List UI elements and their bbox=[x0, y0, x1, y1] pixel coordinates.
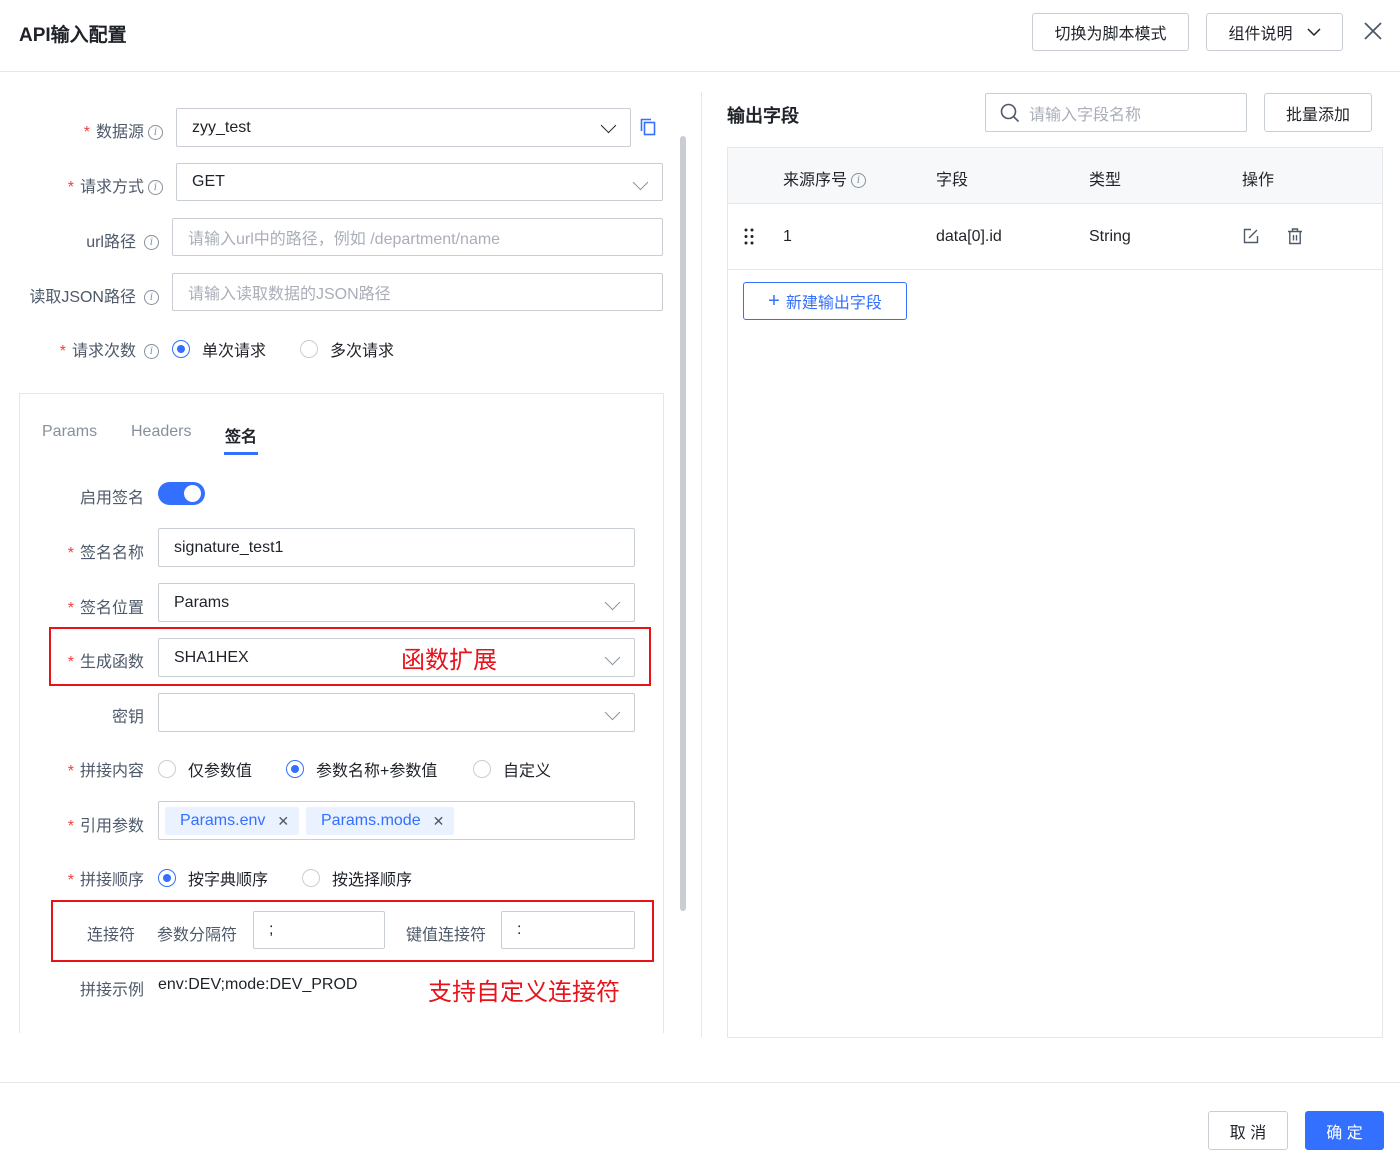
row-type: String bbox=[1089, 228, 1131, 245]
info-icon: i bbox=[144, 290, 159, 306]
copy-icon[interactable] bbox=[640, 118, 656, 136]
new-output-field-label: 新建输出字段 bbox=[785, 295, 882, 312]
edit-icon[interactable] bbox=[1243, 228, 1259, 244]
info-icon: i bbox=[144, 344, 159, 360]
enable-signature-label: 启用签名 bbox=[79, 490, 144, 507]
concat-order-label: * 拼接顺序 bbox=[67, 872, 144, 889]
row-index: 1 bbox=[783, 228, 792, 245]
table-row bbox=[728, 205, 1382, 270]
plus-icon: + bbox=[768, 290, 780, 312]
radio-values-only[interactable]: 仅参数值 bbox=[158, 757, 252, 781]
info-icon: i bbox=[148, 180, 163, 196]
col-source-index: 来源序号 i bbox=[783, 166, 867, 190]
component-desc-dropdown[interactable]: 组件说明 bbox=[1206, 13, 1343, 51]
chevron-down-icon bbox=[604, 594, 621, 611]
method-select[interactable]: GET bbox=[176, 163, 663, 201]
footer-divider bbox=[0, 1082, 1400, 1083]
info-icon: i bbox=[144, 235, 159, 251]
example-label: 拼接示例 bbox=[80, 982, 145, 999]
signature-position-value: Params bbox=[174, 593, 230, 611]
output-table bbox=[727, 147, 1383, 1038]
output-search-input[interactable]: 请输入字段名称 bbox=[985, 93, 1247, 132]
json-path-input[interactable]: 请输入读取数据的JSON路径 bbox=[172, 273, 663, 311]
tab-signature[interactable]: 签名 bbox=[225, 423, 257, 447]
example-value: env:DEV;mode:DEV_PROD bbox=[158, 976, 358, 993]
confirm-button[interactable]: 确 定 bbox=[1305, 1111, 1384, 1150]
datasource-label: * 数据源 i bbox=[84, 118, 163, 142]
function-highlight-box bbox=[49, 627, 651, 686]
tag-params-mode: Params.mode ✕ bbox=[306, 807, 455, 835]
modal-header: API输入配置 切换为脚本模式 组件说明 bbox=[0, 0, 1400, 72]
url-input[interactable]: 请输入url中的路径，例如 /department/name bbox=[172, 218, 663, 256]
secret-label: 密钥 bbox=[111, 709, 144, 726]
batch-add-button[interactable]: 批量添加 bbox=[1264, 93, 1372, 132]
radio-select-order[interactable]: 按选择顺序 bbox=[302, 866, 412, 890]
col-type: 类型 bbox=[1089, 172, 1122, 189]
json-path-placeholder: 请输入读取数据的JSON路径 bbox=[188, 286, 391, 303]
col-actions: 操作 bbox=[1242, 172, 1275, 189]
url-placeholder: 请输入url中的路径，例如 /department/name bbox=[188, 231, 501, 248]
search-icon bbox=[1000, 103, 1020, 122]
radio-multi-request[interactable]: 多次请求 bbox=[300, 337, 394, 361]
chevron-down-icon bbox=[604, 704, 621, 721]
radio-name-plus-value[interactable]: 参数名称+参数值 bbox=[286, 757, 437, 781]
cancel-label: 取 消 bbox=[1229, 1124, 1267, 1142]
delete-icon[interactable] bbox=[1287, 228, 1303, 245]
switch-script-mode-button[interactable]: 切换为脚本模式 bbox=[1032, 13, 1189, 51]
json-path-label: 读取JSON路径 i bbox=[29, 283, 159, 307]
scrollbar[interactable] bbox=[680, 136, 686, 911]
signature-name-value: signature_test1 bbox=[174, 538, 284, 556]
custom-connector-annotation: 支持自定义连接符 bbox=[428, 979, 620, 1006]
concat-content-label: * 拼接内容 bbox=[67, 763, 144, 780]
close-icon[interactable] bbox=[1362, 20, 1384, 42]
tag-params-env: Params.env ✕ bbox=[165, 807, 300, 835]
connector-highlight-box bbox=[51, 900, 654, 962]
output-fields-title: 输出字段 bbox=[727, 106, 799, 126]
panel-divider bbox=[701, 92, 702, 1037]
info-icon: i bbox=[851, 173, 867, 189]
row-field: data[0].id bbox=[936, 228, 1002, 245]
datasource-value: zyy_test bbox=[192, 118, 251, 136]
chevron-down-icon bbox=[600, 117, 617, 134]
switch-script-mode-label: 切换为脚本模式 bbox=[1054, 26, 1167, 43]
method-value: GET bbox=[192, 173, 225, 190]
modal-title: API输入配置 bbox=[19, 25, 127, 46]
drag-handle-icon[interactable] bbox=[744, 228, 754, 245]
tab-headers[interactable]: Headers bbox=[131, 423, 191, 441]
batch-add-label: 批量添加 bbox=[1285, 106, 1350, 124]
tag-close-icon[interactable]: ✕ bbox=[277, 813, 289, 830]
url-label: url路径 i bbox=[86, 228, 159, 252]
secret-select[interactable] bbox=[158, 693, 635, 732]
datasource-select[interactable]: zyy_test bbox=[176, 108, 631, 147]
output-search-placeholder: 请输入字段名称 bbox=[1029, 106, 1142, 124]
request-count-label: * 请求次数 i bbox=[60, 337, 159, 361]
cancel-button[interactable]: 取 消 bbox=[1208, 1111, 1288, 1150]
tab-active-indicator bbox=[224, 452, 258, 455]
radio-dict-order[interactable]: 按字典顺序 bbox=[158, 866, 268, 890]
signature-position-label: * 签名位置 bbox=[67, 600, 144, 617]
method-label: * 请求方式 i bbox=[68, 173, 163, 197]
ref-params-label: * 引用参数 bbox=[67, 818, 144, 835]
tag-close-icon[interactable]: ✕ bbox=[433, 813, 445, 830]
radio-single-request[interactable]: 单次请求 bbox=[172, 337, 266, 361]
component-desc-label: 组件说明 bbox=[1228, 26, 1293, 43]
enable-signature-toggle[interactable] bbox=[158, 482, 205, 505]
radio-custom[interactable]: 自定义 bbox=[473, 757, 551, 781]
signature-name-label: * 签名名称 bbox=[67, 545, 144, 562]
confirm-label: 确 定 bbox=[1326, 1124, 1363, 1142]
info-icon: i bbox=[148, 125, 163, 141]
col-field: 字段 bbox=[936, 172, 969, 189]
tab-params[interactable]: Params bbox=[42, 423, 97, 441]
chevron-down-icon bbox=[632, 174, 649, 191]
signature-name-input[interactable]: signature_test1 bbox=[158, 528, 635, 567]
chevron-down-icon bbox=[1306, 28, 1321, 37]
function-ext-annotation: 函数扩展 bbox=[401, 647, 497, 674]
signature-position-select[interactable]: Params bbox=[158, 583, 635, 622]
new-output-field-button[interactable]: + 新建输出字段 bbox=[743, 282, 907, 320]
